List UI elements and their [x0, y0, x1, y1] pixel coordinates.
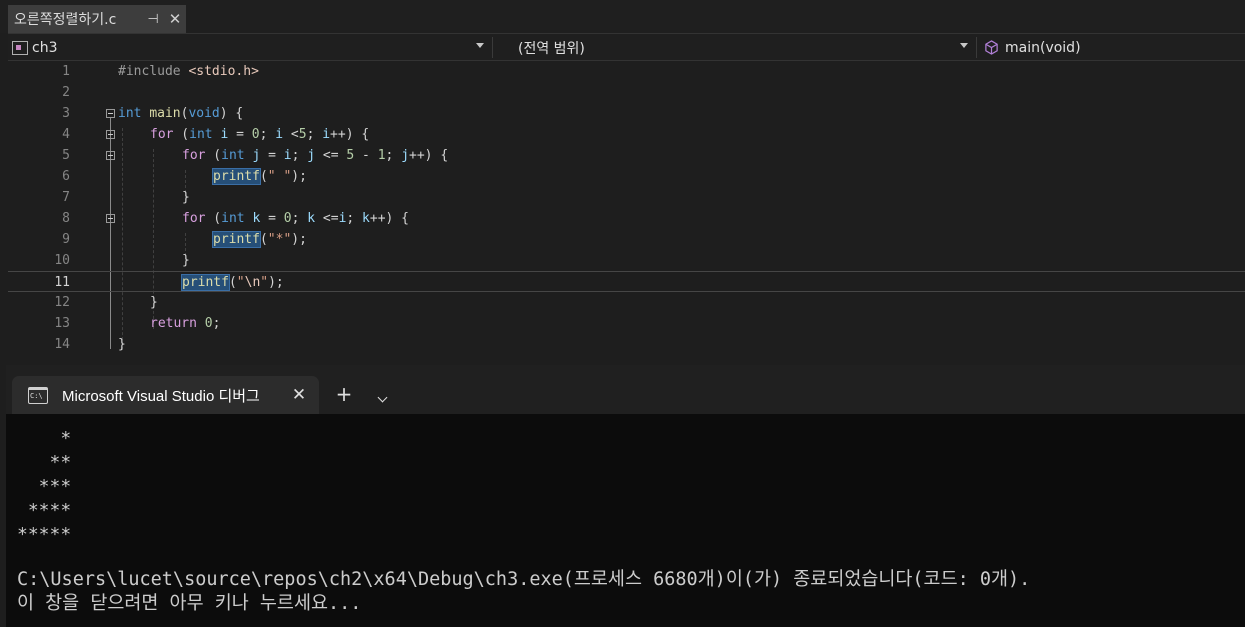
code-text: int main(void) {: [118, 106, 244, 121]
code-line: 9 printf("*");: [8, 229, 1245, 250]
code-editor[interactable]: 1 #include <stdio.h> 2 3 int main(void) …: [8, 61, 1245, 365]
collapse-icon[interactable]: [106, 151, 115, 160]
code-line: 14 }: [8, 334, 1245, 355]
debug-console-window[interactable]: C:\ Microsoft Visual Studio 디버그 ✕ + * **…: [6, 365, 1245, 627]
scope-dropdown[interactable]: (전역 범위): [494, 34, 974, 61]
code-line: 2: [8, 82, 1245, 103]
code-text: #include <stdio.h>: [118, 64, 259, 79]
project-icon: [12, 40, 28, 55]
editor-tab-strip: 오른쪽정렬하기.c ⊣ ✕: [0, 0, 1245, 33]
line-number: 7: [62, 190, 70, 205]
close-icon[interactable]: ✕: [279, 385, 319, 405]
nav-divider: [492, 37, 493, 58]
collapse-icon[interactable]: [106, 214, 115, 223]
output-line: ****: [17, 500, 72, 521]
line-number: 6: [62, 169, 70, 184]
line-number: 5: [62, 148, 70, 163]
code-text: }: [118, 337, 126, 352]
code-line: 12 }: [8, 292, 1245, 313]
output-line: *: [17, 428, 72, 449]
line-number: 13: [54, 316, 70, 331]
code-line: 13 return 0;: [8, 313, 1245, 334]
terminal-tab-bar: C:\ Microsoft Visual Studio 디버그 ✕ +: [6, 365, 1245, 414]
project-dropdown[interactable]: ch3: [8, 34, 490, 61]
code-text: }: [150, 295, 158, 310]
code-text: printf("\n");: [181, 274, 284, 291]
navigation-bar: ch3 (전역 범위) main(void): [8, 33, 1245, 61]
member-dropdown[interactable]: main(void): [978, 34, 1245, 61]
line-number: 11: [54, 275, 70, 290]
line-number: 8: [62, 211, 70, 226]
code-text: printf("*");: [212, 231, 307, 248]
output-line: ***: [17, 476, 72, 497]
code-line: 3 int main(void) {: [8, 103, 1245, 124]
code-text: }: [182, 253, 190, 268]
code-text: return 0;: [150, 316, 221, 331]
console-output: * ** *** **** *****: [17, 427, 1242, 547]
cube-icon: [985, 40, 998, 55]
scope-label: (전역 범위): [518, 40, 585, 57]
project-label: ch3: [32, 39, 58, 56]
output-line: **: [17, 452, 72, 473]
console-icon: C:\: [28, 386, 48, 404]
code-line: 5 for (int j = i; j <= 5 - 1; j++) {: [8, 145, 1245, 166]
chevron-down-icon[interactable]: [368, 383, 396, 407]
chevron-down-icon: [476, 43, 484, 48]
code-line-current: 11 printf("\n");: [8, 271, 1245, 292]
line-number: 12: [54, 295, 70, 310]
code-line: 6 printf(" ");: [8, 166, 1245, 187]
line-number: 1: [62, 64, 70, 79]
exit-message: C:\Users\lucet\source\repos\ch2\x64\Debu…: [17, 569, 1031, 590]
close-prompt: 이 창을 닫으려면 아무 키나 누르세요...: [17, 593, 362, 614]
code-line: 1 #include <stdio.h>: [8, 61, 1245, 82]
chevron-down-icon: [960, 43, 968, 48]
terminal-tab[interactable]: C:\ Microsoft Visual Studio 디버그 ✕: [12, 376, 319, 414]
line-number: 9: [62, 232, 70, 247]
line-number: 4: [62, 127, 70, 142]
code-line: 4 for (int i = 0; i <5; i++) {: [8, 124, 1245, 145]
code-text: for (int i = 0; i <5; i++) {: [150, 127, 370, 142]
line-number: 3: [62, 106, 70, 121]
editor-tab-file[interactable]: 오른쪽정렬하기.c ⊣ ✕: [8, 5, 186, 33]
console-exit-info: C:\Users\lucet\source\repos\ch2\x64\Debu…: [17, 568, 1242, 616]
output-line: *****: [17, 524, 72, 545]
code-line: 10 }: [8, 250, 1245, 271]
close-icon[interactable]: ✕: [164, 10, 186, 28]
terminal-tab-label: Microsoft Visual Studio 디버그: [62, 387, 260, 405]
line-number: 14: [54, 337, 70, 352]
collapse-icon[interactable]: [106, 109, 115, 118]
pin-icon[interactable]: ⊣: [142, 12, 164, 27]
code-text: }: [182, 190, 190, 205]
new-tab-button[interactable]: +: [330, 383, 358, 407]
code-text: printf(" ");: [212, 168, 307, 185]
code-text: for (int k = 0; k <=i; k++) {: [182, 211, 410, 226]
code-line: 8 for (int k = 0; k <=i; k++) {: [8, 208, 1245, 229]
collapse-icon[interactable]: [106, 130, 115, 139]
line-number: 10: [54, 253, 70, 268]
line-number: 2: [62, 85, 70, 100]
member-label: main(void): [1005, 39, 1081, 56]
code-text: for (int j = i; j <= 5 - 1; j++) {: [182, 148, 449, 163]
nav-divider: [976, 37, 977, 58]
code-line: 7 }: [8, 187, 1245, 208]
editor-tab-title: 오른쪽정렬하기.c: [14, 12, 117, 28]
